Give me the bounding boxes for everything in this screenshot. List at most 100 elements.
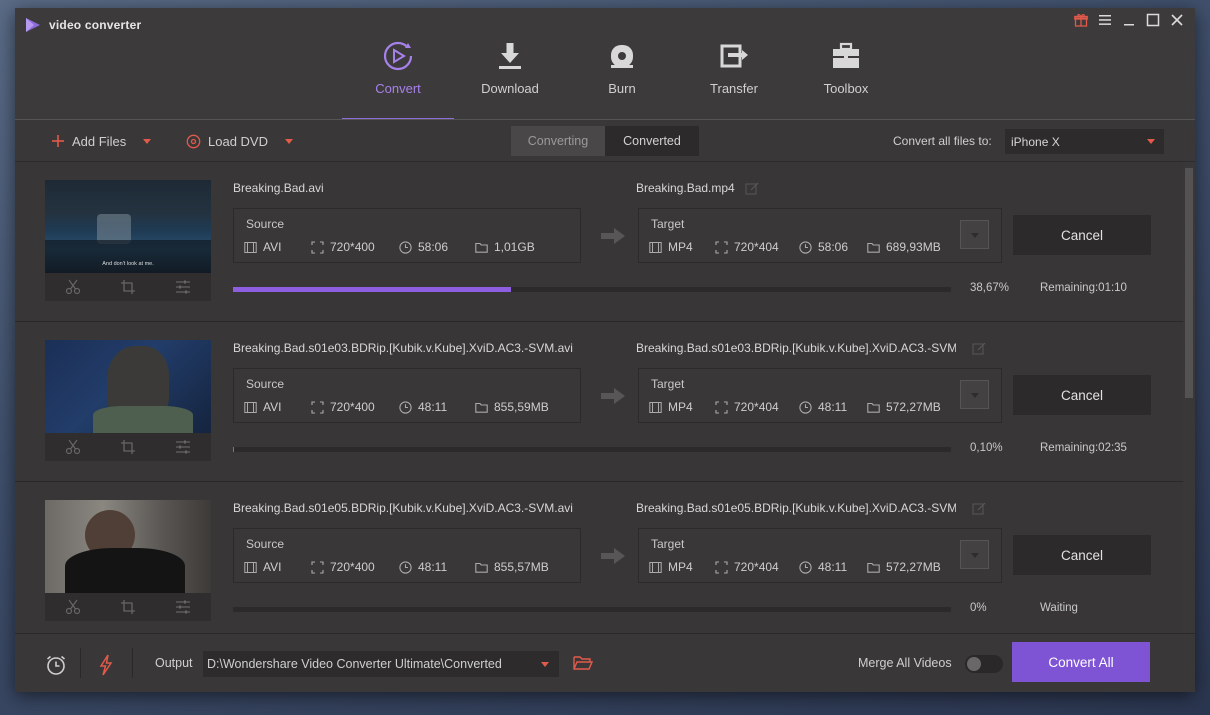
target-duration: 48:11 — [818, 400, 848, 414]
disc-icon — [611, 45, 633, 68]
load-dvd-button[interactable]: Load DVD — [186, 120, 293, 162]
arrow-right-icon — [601, 388, 625, 404]
film-icon — [244, 241, 257, 253]
brand: video converter — [25, 17, 141, 33]
add-files-button[interactable]: Add Files — [51, 120, 152, 162]
open-folder-icon[interactable] — [573, 654, 593, 672]
tab-toolbox[interactable]: Toolbox — [790, 38, 902, 120]
output-path-select[interactable]: D:\Wondershare Video Converter Ultimate\… — [203, 651, 559, 677]
target-duration: 48:11 — [818, 560, 848, 574]
effects-icon[interactable] — [175, 599, 191, 615]
target-title: Target — [651, 217, 685, 231]
target-info-box: Target MP4 720*404 58:06 689,93MB — [638, 208, 1002, 263]
gift-button[interactable] — [1073, 12, 1089, 28]
progress-fill — [233, 447, 234, 452]
tab-burn[interactable]: Burn — [566, 38, 678, 120]
effects-icon[interactable] — [175, 279, 191, 295]
crop-icon[interactable] — [120, 599, 136, 615]
cut-icon[interactable] — [65, 279, 81, 295]
tab-converting[interactable]: Converting — [511, 126, 605, 156]
arrow-right-icon — [601, 548, 625, 564]
toolbox-icon — [833, 42, 859, 68]
progress-bar — [233, 447, 951, 452]
scrollbar-thumb[interactable] — [1185, 168, 1193, 398]
source-file-name: Breaking.Bad.s01e05.BDRip.[Kubik.v.Kube]… — [233, 501, 573, 515]
target-settings-dropdown[interactable] — [960, 220, 989, 249]
tab-download[interactable]: Download — [454, 38, 566, 120]
status-text: Waiting — [1040, 602, 1078, 614]
list-scrollbar[interactable] — [1183, 162, 1195, 633]
footer: Output D:\Wondershare Video Converter Ul… — [15, 633, 1195, 692]
cancel-button[interactable]: Cancel — [1013, 375, 1151, 415]
source-info-box: Source AVI 720*400 48:11 855,59MB — [233, 368, 581, 423]
cancel-button[interactable]: Cancel — [1013, 535, 1151, 575]
crop-icon[interactable] — [120, 439, 136, 455]
lightning-icon[interactable] — [95, 654, 117, 676]
video-thumbnail[interactable] — [45, 340, 211, 461]
source-file-name: Breaking.Bad.s01e03.BDRip.[Kubik.v.Kube]… — [233, 341, 573, 355]
clock-icon — [399, 560, 412, 574]
edit-name-icon[interactable] — [972, 502, 986, 516]
target-settings-dropdown[interactable] — [960, 380, 989, 409]
footer-divider — [80, 648, 81, 678]
target-info: MP4 720*404 48:11 572,27MB — [649, 560, 941, 574]
output-format-select[interactable]: iPhone X — [1005, 129, 1164, 154]
target-format: MP4 — [668, 240, 693, 254]
target-format: MP4 — [668, 400, 693, 414]
film-icon — [649, 241, 662, 253]
target-file-name: Breaking.Bad.s01e05.BDRip.[Kubik.v.Kube]… — [636, 501, 956, 515]
resolution-icon — [715, 400, 728, 414]
load-dvd-caret-icon[interactable] — [284, 138, 293, 144]
tab-convert[interactable]: Convert — [342, 38, 454, 120]
target-file-name: Breaking.Bad.s01e03.BDRip.[Kubik.v.Kube]… — [636, 341, 956, 355]
source-duration: 48:11 — [418, 560, 448, 574]
cut-icon[interactable] — [65, 439, 81, 455]
source-info: AVI 720*400 48:11 855,57MB — [244, 560, 549, 574]
target-resolution: 720*404 — [734, 240, 779, 254]
toolbar: Add Files Load DVD Converting Converted … — [15, 120, 1195, 162]
cancel-button[interactable]: Cancel — [1013, 215, 1151, 255]
tab-transfer[interactable]: Transfer — [678, 38, 790, 120]
video-thumbnail[interactable]: And don't look at me. — [45, 180, 211, 301]
source-title: Source — [246, 217, 285, 231]
convert-all-button[interactable]: Convert All — [1012, 642, 1150, 682]
edit-name-icon[interactable] — [972, 342, 986, 356]
maximize-icon — [1146, 13, 1160, 27]
close-button[interactable] — [1169, 12, 1185, 28]
tab-transfer-label: Transfer — [710, 81, 758, 96]
resolution-icon — [715, 240, 728, 254]
target-info: MP4 720*404 48:11 572,27MB — [649, 400, 941, 414]
cut-icon[interactable] — [65, 599, 81, 615]
folder-icon — [867, 242, 880, 253]
minimize-button[interactable] — [1121, 12, 1137, 28]
source-title: Source — [246, 537, 285, 551]
effects-icon[interactable] — [175, 439, 191, 455]
schedule-alarm-icon[interactable] — [45, 654, 67, 676]
edit-name-icon[interactable] — [745, 182, 759, 196]
load-dvd-label: Load DVD — [208, 133, 268, 149]
maximize-button[interactable] — [1145, 12, 1161, 28]
file-list: And don't look at me. Breaking.Bad.avi S… — [15, 162, 1183, 633]
crop-icon[interactable] — [120, 279, 136, 295]
window-controls — [1073, 12, 1185, 28]
resolution-icon — [715, 560, 728, 574]
target-info-box: Target MP4 720*404 48:11 572,27MB — [638, 368, 1002, 423]
merge-toggle[interactable] — [965, 655, 1003, 673]
folder-icon — [475, 562, 488, 573]
list-item: Breaking.Bad.s01e03.BDRip.[Kubik.v.Kube]… — [15, 322, 1183, 482]
dvd-icon — [186, 134, 201, 148]
clock-icon — [799, 400, 812, 414]
clock-icon — [399, 240, 412, 254]
tab-converted[interactable]: Converted — [605, 126, 699, 156]
target-title: Target — [651, 537, 685, 551]
source-resolution: 720*400 — [330, 240, 375, 254]
transfer-icon — [720, 44, 748, 68]
list-item: Breaking.Bad.s01e05.BDRip.[Kubik.v.Kube]… — [15, 482, 1183, 633]
add-files-caret-icon[interactable] — [143, 138, 152, 144]
menu-button[interactable] — [1097, 12, 1113, 28]
video-thumbnail[interactable] — [45, 500, 211, 621]
minimize-icon — [1124, 24, 1134, 26]
output-label: Output — [155, 656, 193, 670]
resolution-icon — [311, 400, 324, 414]
target-settings-dropdown[interactable] — [960, 540, 989, 569]
